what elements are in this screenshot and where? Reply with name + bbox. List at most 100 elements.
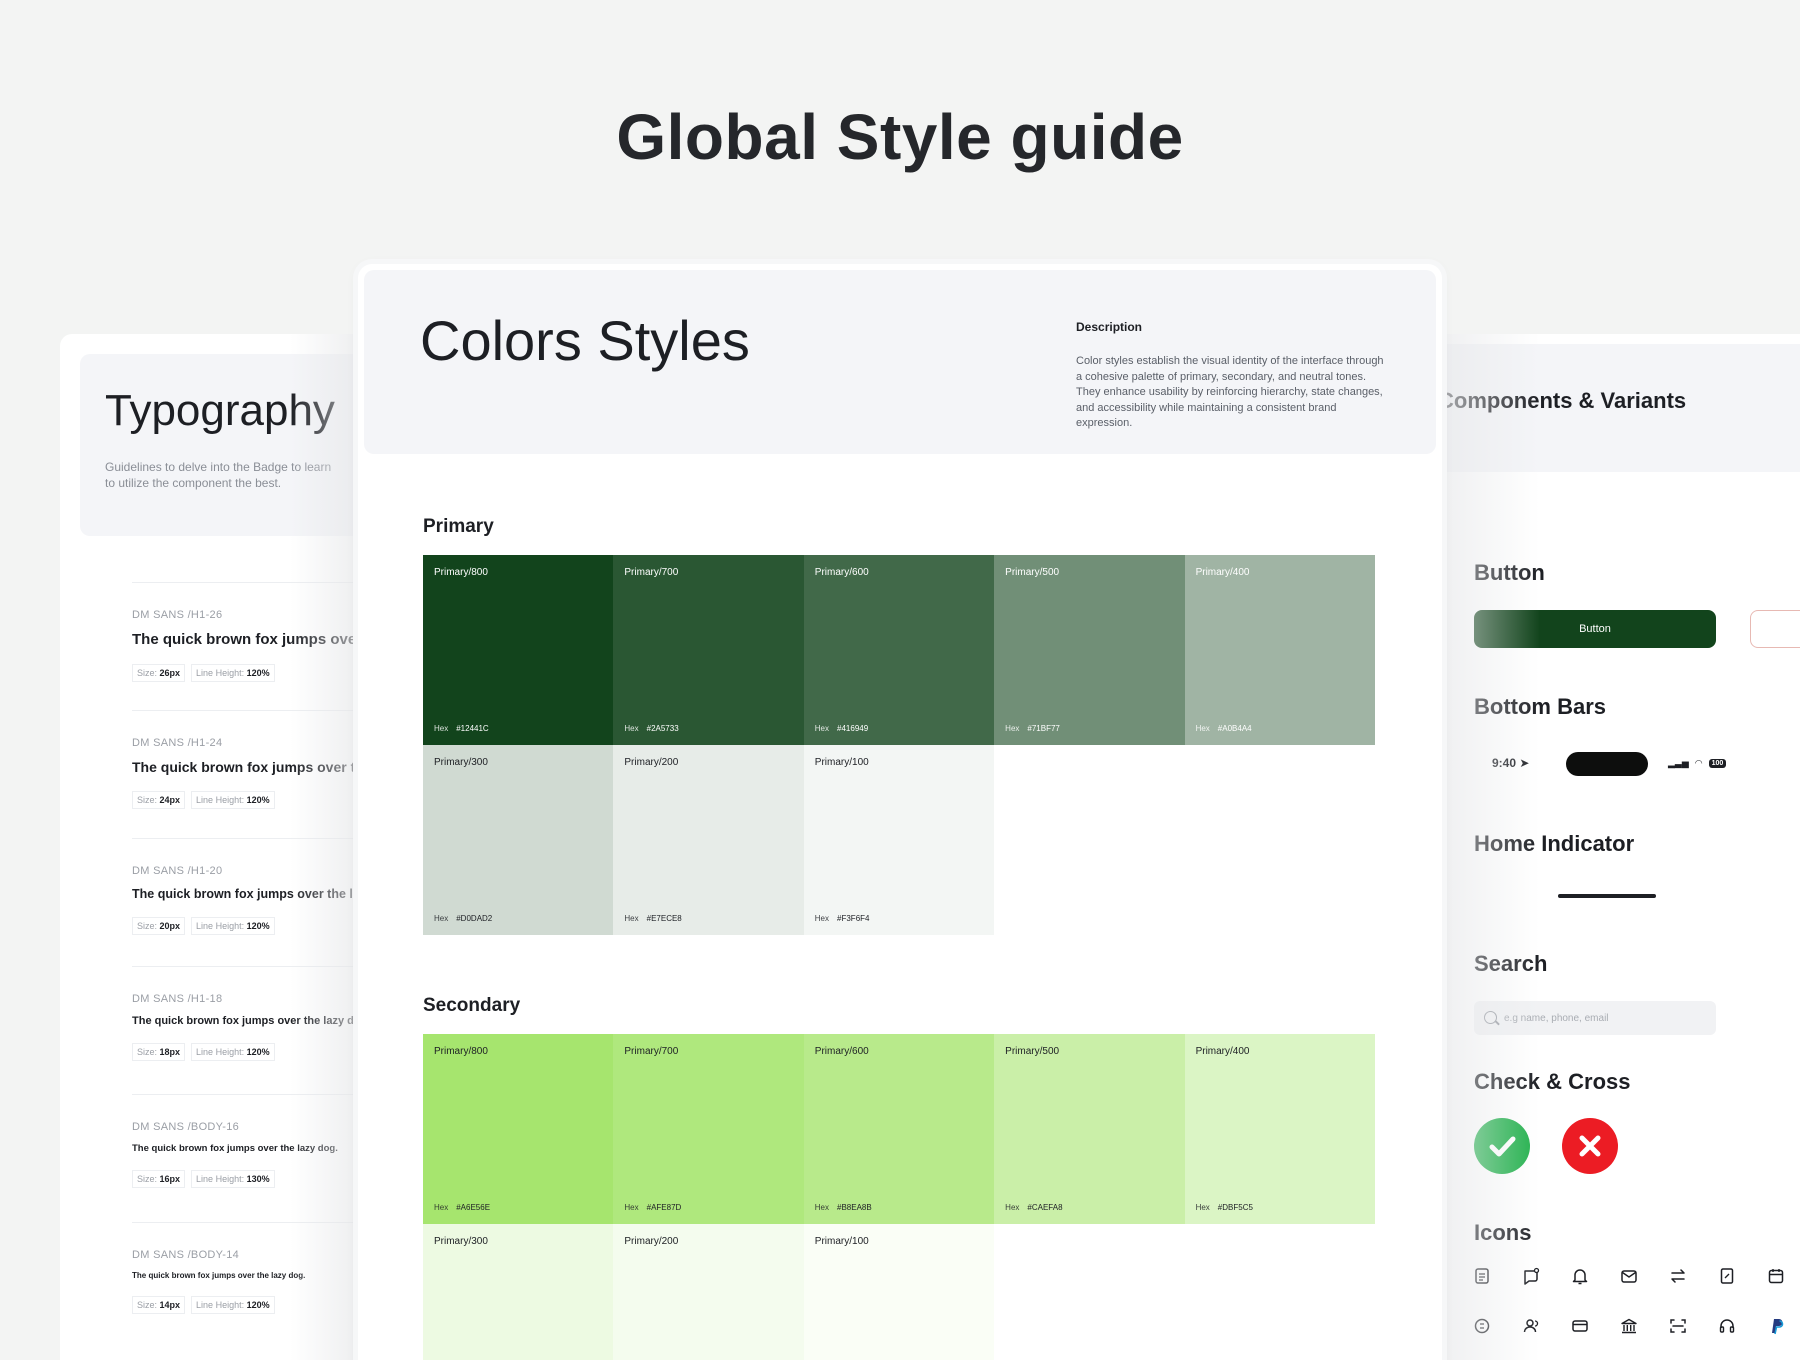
typography-sample: The quick brown fox jumps over the lazy … [132,1271,306,1280]
typography-row: DM SANS /H1-26 The quick brown fox jumps … [132,582,380,710]
typography-sample: The quick brown fox jumps over th [132,631,380,648]
line-height-chip-value: 120% [246,1047,270,1057]
hex-label: Hex [1195,1203,1210,1212]
size-chip-value: 18px [159,1047,181,1057]
primary-section-title: Primary [423,516,494,537]
hex-value: #A0B4A4 [1217,724,1252,733]
icon-grid [1472,1266,1800,1336]
chat-icon[interactable] [1521,1266,1541,1286]
typography-meta: Size: 16px Line Height: 130% [132,1170,380,1188]
swatch-name: Primary/800 [434,1046,488,1057]
hex-value: #F3F6F4 [837,914,870,923]
swatch-hex: Hex #CAEFA8 [1005,1203,1062,1212]
color-swatch[interactable]: Primary/500 Hex #CAEFA8 [994,1034,1185,1224]
swatch-hex: Hex #A0B4A4 [1196,724,1252,733]
color-swatch[interactable]: Primary/800 Hex #A6E56E [423,1034,614,1224]
typography-style-label: DM SANS /H1-18 [132,993,223,1005]
color-swatch[interactable]: Primary/700 Hex #2A5733 [613,555,804,745]
size-chip: Size: 26px [132,664,186,682]
typography-card: Typography Guidelines to delve into the … [60,334,380,1360]
color-swatch[interactable]: Primary/100 [803,1224,995,1360]
size-chip: Size: 24px [132,791,186,809]
typography-meta: Size: 14px Line Height: 120% [132,1296,380,1314]
swatch-hex: Hex #2A5733 [624,724,678,733]
hex-value: #12441C [456,724,489,733]
color-swatch[interactable]: Primary/300 Hex #D0DAD2 [423,745,614,935]
secondary-swatch-grid: Primary/800 Hex #A6E56E Primary/700 Hex #AFE8… [423,1034,1375,1360]
swatch-name: Primary/200 [624,1236,679,1247]
size-chip: Size: 18px [132,1043,186,1061]
coin-icon[interactable] [1472,1316,1492,1336]
swatch-hex: Hex #D0DAD2 [434,914,492,923]
line-height-chip-value: 120% [246,1300,270,1310]
bell-icon[interactable] [1570,1266,1590,1286]
typography-row: DM SANS /H1-20 The quick brown fox jumps … [132,838,380,966]
size-chip-value: 20px [159,921,181,931]
button-section-title: Button [1474,560,1545,585]
color-swatch[interactable]: Primary/200 [613,1224,804,1360]
color-swatch[interactable]: Primary/500 Hex #71BF77 [994,555,1185,745]
mail-icon[interactable] [1619,1266,1639,1286]
hex-value: #A6E56E [456,1203,491,1212]
color-swatch[interactable]: Primary/600 Hex #416949 [803,555,995,745]
receipt-icon[interactable] [1717,1266,1737,1286]
status-time-text: 9:40 [1492,756,1517,770]
typography-row: DM SANS /BODY-16 The quick brown fox jump… [132,1094,380,1222]
typography-description-line: Guidelines to delve into the Badge to le… [105,460,332,474]
color-swatch[interactable]: Primary/400 Hex #DBF5C5 [1184,1034,1375,1224]
line-height-chip-label: Line Height: [196,921,245,931]
users-icon[interactable] [1521,1316,1541,1336]
bank-icon[interactable] [1619,1316,1639,1336]
description-text: Color styles establish the visual identi… [1076,355,1384,429]
line-height-chip: Line Height: 120% [191,1296,275,1314]
calendar-icon[interactable] [1766,1266,1786,1286]
line-height-chip: Line Height: 120% [191,664,275,682]
line-height-chip-label: Line Height: [196,1300,245,1310]
hex-label: Hex [434,914,449,923]
transfer-icon[interactable] [1668,1266,1688,1286]
typography-description: Guidelines to delve into the Badge to le… [105,459,380,491]
wifi-icon: ◠ [1694,758,1703,768]
size-chip-label: Size: [137,1174,158,1184]
document-icon[interactable] [1472,1266,1492,1286]
typography-row: DM SANS /H1-24 The quick brown fox jumps … [132,710,380,838]
scan-icon[interactable] [1668,1316,1688,1336]
typography-meta: Size: 24px Line Height: 120% [132,791,380,809]
color-swatch[interactable]: Primary/700 Hex #AFE87D [613,1034,804,1224]
search-input[interactable] [1504,1001,1704,1035]
home-indicator-section-title: Home Indicator [1474,831,1635,856]
hex-value: #CAEFA8 [1027,1203,1063,1212]
color-swatch[interactable]: Primary/400 Hex #A0B4A4 [1184,555,1375,745]
card-icon[interactable] [1570,1316,1590,1336]
color-swatch[interactable]: Primary/800 Hex #12441C [423,555,614,745]
colors-title: Colors Styles [420,309,750,372]
swatch-name: Primary/400 [1195,1046,1250,1057]
paypal-icon[interactable] [1766,1316,1786,1336]
size-chip: Size: 16px [132,1170,186,1188]
line-height-chip-label: Line Height: [196,668,245,678]
line-height-chip-value: 120% [246,668,270,678]
icons-section-title: Icons [1474,1220,1532,1245]
hex-label: Hex [1005,724,1020,733]
headset-icon[interactable] [1717,1316,1737,1336]
swatch-hex: Hex #B8EA8B [815,1203,872,1212]
status-time: 9:40 ➤ [1492,756,1529,770]
hex-value: #71BF77 [1027,724,1060,733]
page-title: Global Style guide [616,101,1184,173]
color-swatch[interactable]: Primary/100 Hex #F3F6F4 [803,745,995,935]
primary-swatch-grid: Primary/800 Hex #12441C Primary/700 Hex #2A57… [423,555,1375,935]
color-swatch[interactable]: Primary/600 Hex #B8EA8B [803,1034,995,1224]
swatch-hex: Hex #12441C [434,724,489,733]
sample-outline-button[interactable] [1750,610,1800,648]
line-height-chip-label: Line Height: [196,1174,245,1184]
sample-primary-button[interactable]: Button [1474,610,1716,648]
color-swatch[interactable]: Primary/300 [423,1224,614,1360]
search-box [1474,1001,1716,1035]
line-height-chip: Line Height: 120% [191,1043,275,1061]
size-chip-label: Size: [137,1047,158,1057]
check-cross-section-title: Check & Cross [1474,1069,1631,1094]
swatch-name: Primary/100 [814,757,869,768]
color-swatch[interactable]: Primary/200 Hex #E7ECE8 [613,745,804,935]
search-section-title: Search [1474,951,1548,976]
hex-value: #E7ECE8 [646,914,682,923]
